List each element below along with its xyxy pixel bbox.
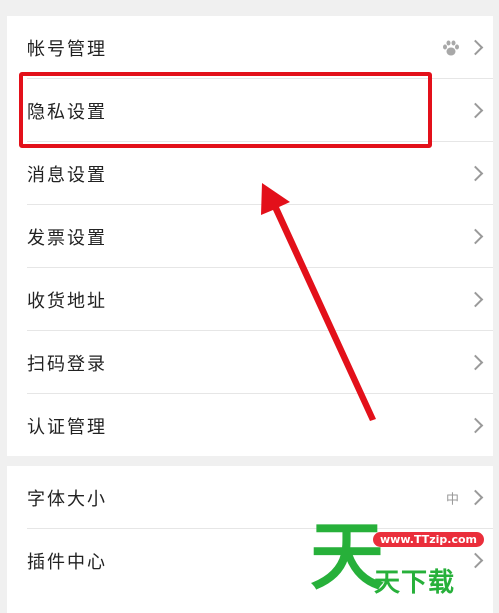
settings-item-label: 发票设置 bbox=[27, 227, 107, 249]
settings-item-label: 消息设置 bbox=[27, 164, 107, 186]
settings-item-messages[interactable]: 消息设置 bbox=[7, 142, 493, 205]
settings-item-label: 字体大小 bbox=[27, 488, 107, 510]
paw-icon bbox=[443, 40, 459, 55]
chevron-right-icon bbox=[467, 291, 484, 307]
settings-item-verification[interactable]: 认证管理 bbox=[7, 394, 493, 457]
chevron-right-icon bbox=[467, 228, 484, 244]
chevron-right-icon bbox=[467, 102, 484, 118]
chevron-right-icon bbox=[467, 165, 484, 181]
settings-item-invoice[interactable]: 发票设置 bbox=[7, 205, 493, 268]
chevron-right-icon bbox=[467, 354, 484, 370]
watermark-url: www.TTzip.com bbox=[373, 532, 484, 547]
settings-item-label: 插件中心 bbox=[27, 551, 107, 573]
settings-item-scan-login[interactable]: 扫码登录 bbox=[7, 331, 493, 394]
settings-item-label: 认证管理 bbox=[27, 416, 107, 438]
chevron-right-icon bbox=[467, 39, 484, 55]
watermark-name: 天下载 bbox=[374, 568, 456, 598]
settings-item-label: 扫码登录 bbox=[27, 353, 107, 375]
settings-item-shipping-address[interactable]: 收货地址 bbox=[7, 268, 493, 331]
chevron-right-icon bbox=[467, 417, 484, 433]
watermark-logo: 天 www.TTzip.com 天下载 bbox=[300, 520, 499, 613]
font-size-value: 中 bbox=[445, 492, 459, 507]
settings-item-label: 收货地址 bbox=[27, 290, 107, 312]
settings-item-label: 帐号管理 bbox=[27, 38, 107, 60]
settings-item-account-management[interactable]: 帐号管理 bbox=[7, 16, 493, 79]
chevron-right-icon bbox=[467, 489, 484, 505]
watermark-sky-char: 天 bbox=[310, 514, 384, 600]
settings-page: 帐号管理 隐私设置 消息设置 发票设置 收货地址 扫码登录 认证管理 字体大小 … bbox=[0, 0, 499, 613]
highlight-box bbox=[19, 72, 432, 148]
